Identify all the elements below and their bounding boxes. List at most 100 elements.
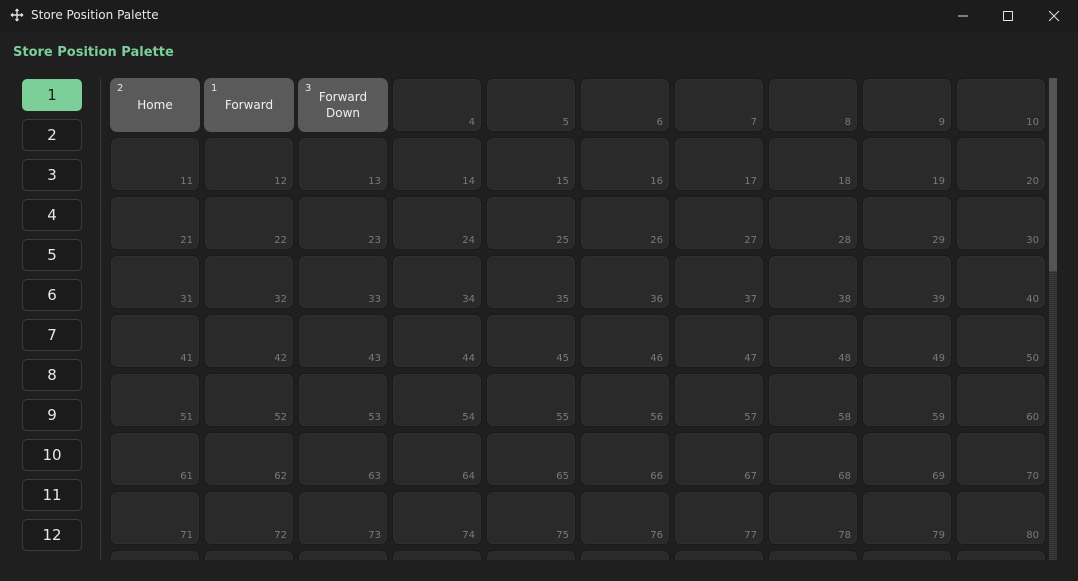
page-button-3[interactable]: 3 <box>22 159 82 191</box>
position-cell-empty[interactable]: 7 <box>674 78 764 132</box>
position-cell-empty[interactable]: 85 <box>486 550 576 560</box>
position-cell-empty[interactable]: 46 <box>580 314 670 368</box>
position-cell-empty[interactable]: 48 <box>768 314 858 368</box>
position-cell-empty[interactable]: 14 <box>392 137 482 191</box>
position-cell-empty[interactable]: 73 <box>298 491 388 545</box>
position-cell-empty[interactable]: 76 <box>580 491 670 545</box>
position-cell-empty[interactable]: 13 <box>298 137 388 191</box>
position-cell-empty[interactable]: 27 <box>674 196 764 250</box>
minimize-button[interactable] <box>940 0 986 32</box>
position-cell-empty[interactable]: 81 <box>110 550 200 560</box>
position-cell-empty[interactable]: 25 <box>486 196 576 250</box>
position-cell-empty[interactable]: 20 <box>956 137 1046 191</box>
page-button-11[interactable]: 11 <box>22 479 82 511</box>
title-bar[interactable]: Store Position Palette <box>0 0 1078 32</box>
scrollbar-thumb[interactable] <box>1049 78 1057 271</box>
position-cell-empty[interactable]: 67 <box>674 432 764 486</box>
maximize-button[interactable] <box>985 0 1031 32</box>
position-cell-empty[interactable]: 84 <box>392 550 482 560</box>
position-cell-empty[interactable]: 22 <box>204 196 294 250</box>
position-cell-filled[interactable]: 3 Forward Down <box>298 78 388 132</box>
position-cell-empty[interactable]: 32 <box>204 255 294 309</box>
position-cell-empty[interactable]: 64 <box>392 432 482 486</box>
position-cell-empty[interactable]: 71 <box>110 491 200 545</box>
position-cell-empty[interactable]: 34 <box>392 255 482 309</box>
position-cell-empty[interactable]: 79 <box>862 491 952 545</box>
position-cell-empty[interactable]: 5 <box>486 78 576 132</box>
page-button-5[interactable]: 5 <box>22 239 82 271</box>
position-cell-empty[interactable]: 29 <box>862 196 952 250</box>
position-cell-empty[interactable]: 70 <box>956 432 1046 486</box>
position-cell-empty[interactable]: 60 <box>956 373 1046 427</box>
position-cell-empty[interactable]: 24 <box>392 196 482 250</box>
position-cell-empty[interactable]: 45 <box>486 314 576 368</box>
page-button-10[interactable]: 10 <box>22 439 82 471</box>
position-cell-empty[interactable]: 8 <box>768 78 858 132</box>
position-cell-filled[interactable]: 1 Forward <box>204 78 294 132</box>
position-cell-empty[interactable]: 38 <box>768 255 858 309</box>
page-button-9[interactable]: 9 <box>22 399 82 431</box>
position-cell-empty[interactable]: 56 <box>580 373 670 427</box>
position-cell-empty[interactable]: 26 <box>580 196 670 250</box>
position-cell-empty[interactable]: 78 <box>768 491 858 545</box>
position-cell-filled[interactable]: 2 Home <box>110 78 200 132</box>
position-cell-empty[interactable]: 40 <box>956 255 1046 309</box>
position-cell-empty[interactable]: 4 <box>392 78 482 132</box>
close-button[interactable] <box>1031 0 1077 32</box>
page-button-4[interactable]: 4 <box>22 199 82 231</box>
position-cell-empty[interactable]: 17 <box>674 137 764 191</box>
position-cell-empty[interactable]: 51 <box>110 373 200 427</box>
position-cell-empty[interactable]: 30 <box>956 196 1046 250</box>
position-cell-empty[interactable]: 44 <box>392 314 482 368</box>
position-cell-empty[interactable]: 39 <box>862 255 952 309</box>
page-button-6[interactable]: 6 <box>22 279 82 311</box>
position-cell-empty[interactable]: 63 <box>298 432 388 486</box>
position-cell-empty[interactable]: 75 <box>486 491 576 545</box>
position-cell-empty[interactable]: 89 <box>862 550 952 560</box>
position-cell-empty[interactable]: 59 <box>862 373 952 427</box>
page-button-1[interactable]: 1 <box>22 79 82 111</box>
position-cell-empty[interactable]: 68 <box>768 432 858 486</box>
page-button-8[interactable]: 8 <box>22 359 82 391</box>
position-cell-empty[interactable]: 37 <box>674 255 764 309</box>
position-cell-empty[interactable]: 42 <box>204 314 294 368</box>
position-cell-empty[interactable]: 10 <box>956 78 1046 132</box>
position-cell-empty[interactable]: 90 <box>956 550 1046 560</box>
position-cell-empty[interactable]: 16 <box>580 137 670 191</box>
position-cell-empty[interactable]: 21 <box>110 196 200 250</box>
position-cell-empty[interactable]: 52 <box>204 373 294 427</box>
position-cell-empty[interactable]: 69 <box>862 432 952 486</box>
page-button-2[interactable]: 2 <box>22 119 82 151</box>
page-button-7[interactable]: 7 <box>22 319 82 351</box>
position-cell-empty[interactable]: 12 <box>204 137 294 191</box>
position-cell-empty[interactable]: 19 <box>862 137 952 191</box>
position-cell-empty[interactable]: 62 <box>204 432 294 486</box>
position-cell-empty[interactable]: 74 <box>392 491 482 545</box>
position-cell-empty[interactable]: 80 <box>956 491 1046 545</box>
page-button-12[interactable]: 12 <box>22 519 82 551</box>
position-cell-empty[interactable]: 58 <box>768 373 858 427</box>
position-cell-empty[interactable]: 28 <box>768 196 858 250</box>
position-cell-empty[interactable]: 65 <box>486 432 576 486</box>
position-cell-empty[interactable]: 35 <box>486 255 576 309</box>
position-cell-empty[interactable]: 31 <box>110 255 200 309</box>
position-cell-empty[interactable]: 53 <box>298 373 388 427</box>
position-cell-empty[interactable]: 77 <box>674 491 764 545</box>
position-cell-empty[interactable]: 66 <box>580 432 670 486</box>
position-cell-empty[interactable]: 33 <box>298 255 388 309</box>
position-cell-empty[interactable]: 88 <box>768 550 858 560</box>
position-cell-empty[interactable]: 72 <box>204 491 294 545</box>
position-cell-empty[interactable]: 18 <box>768 137 858 191</box>
position-cell-empty[interactable]: 54 <box>392 373 482 427</box>
position-cell-empty[interactable]: 47 <box>674 314 764 368</box>
position-cell-empty[interactable]: 57 <box>674 373 764 427</box>
position-cell-empty[interactable]: 61 <box>110 432 200 486</box>
position-cell-empty[interactable]: 86 <box>580 550 670 560</box>
position-cell-empty[interactable]: 87 <box>674 550 764 560</box>
position-cell-empty[interactable]: 11 <box>110 137 200 191</box>
position-cell-empty[interactable]: 50 <box>956 314 1046 368</box>
position-cell-empty[interactable]: 82 <box>204 550 294 560</box>
position-cell-empty[interactable]: 6 <box>580 78 670 132</box>
position-cell-empty[interactable]: 23 <box>298 196 388 250</box>
position-cell-empty[interactable]: 9 <box>862 78 952 132</box>
